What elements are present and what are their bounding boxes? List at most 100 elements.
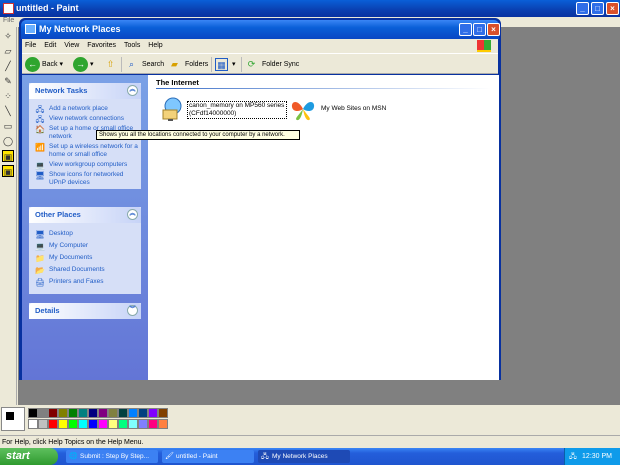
menu-edit[interactable]: Edit: [44, 42, 56, 49]
msn-websites-label[interactable]: My Web Sites on MSN: [321, 105, 386, 112]
line-icon[interactable]: ╲: [2, 105, 14, 117]
folder-sync-button[interactable]: ⟳ Folder Sync: [245, 56, 300, 73]
fill-option-2-icon[interactable]: ▣: [2, 165, 14, 177]
printer-icon: 🖨: [35, 278, 46, 287]
menu-view[interactable]: View: [64, 42, 79, 49]
add-network-place-link[interactable]: 🖧 Add a network place: [29, 105, 141, 114]
network-tasks-header[interactable]: Network Tasks ︽: [29, 83, 141, 99]
up-folder-icon: ⇧: [106, 58, 115, 69]
fill-option-1-icon[interactable]: ▣: [2, 150, 14, 162]
palette-swatch[interactable]: [68, 408, 78, 418]
search-button[interactable]: ⌕ Search: [125, 56, 164, 73]
palette-swatch[interactable]: [128, 419, 138, 429]
palette-swatch[interactable]: [158, 408, 168, 418]
paint-close-button[interactable]: ×: [606, 2, 619, 15]
up-folder-button[interactable]: ⇧: [104, 56, 119, 73]
folders-button[interactable]: ▰ Folders: [168, 56, 208, 73]
palette-swatch[interactable]: [88, 408, 98, 418]
setup-wireless-network-link[interactable]: 📶 Set up a wireless network for a home or…: [29, 143, 141, 159]
wireless-network-icon: 📶: [35, 143, 45, 152]
add-network-place-icon: 🖧: [35, 105, 45, 114]
show-upnp-icons-link[interactable]: 🖥 Show icons for networked UPnP devices: [29, 171, 141, 187]
explorer-minimize-button[interactable]: _: [459, 23, 472, 36]
color-picker-icon[interactable]: ╱: [2, 60, 14, 72]
palette-swatch[interactable]: [148, 408, 158, 418]
views-button[interactable]: ▦ ▾: [215, 56, 235, 73]
other-places-header[interactable]: Other Places ︽: [29, 207, 141, 223]
desktop-link[interactable]: 🖥 Desktop: [29, 230, 141, 239]
explorer-maximize-button[interactable]: □: [473, 23, 486, 36]
explorer-menubar: File Edit View Favorites Tools Help: [22, 39, 498, 53]
palette-swatch[interactable]: [58, 408, 68, 418]
menu-help[interactable]: Help: [148, 42, 162, 49]
paint-maximize-button[interactable]: □: [591, 2, 604, 15]
printers-faxes-link[interactable]: 🖨 Printers and Faxes: [29, 278, 141, 287]
details-header[interactable]: Details ︾: [29, 303, 141, 319]
group-header: The Internet: [156, 78, 199, 87]
foreground-color: [5, 411, 15, 421]
folder-sync-icon: ⟳: [247, 58, 256, 69]
back-button[interactable]: ← Back ▾: [25, 56, 63, 73]
star-select-icon[interactable]: ✧: [2, 30, 14, 42]
palette-swatch[interactable]: [68, 419, 78, 429]
taskbar-item-network-places[interactable]: 🖧 My Network Places: [258, 450, 350, 463]
start-button[interactable]: start: [0, 448, 58, 465]
palette-swatch[interactable]: [88, 419, 98, 429]
clock[interactable]: 12:30 PM: [582, 448, 612, 465]
pencil-icon[interactable]: ✎: [2, 75, 14, 87]
view-network-connections-link[interactable]: 🖧 View network connections: [29, 115, 141, 124]
network-tray-icon[interactable]: 🖧: [569, 452, 578, 461]
palette-swatch[interactable]: [48, 408, 58, 418]
palette-swatch[interactable]: [138, 408, 148, 418]
palette-swatch[interactable]: [78, 419, 88, 429]
menu-favorites[interactable]: Favorites: [87, 42, 116, 49]
palette-swatch[interactable]: [118, 408, 128, 418]
menu-file[interactable]: File: [25, 42, 36, 49]
paint-status-bar: For Help, click Help Topics on the Help …: [0, 435, 620, 448]
rectangle-icon[interactable]: ▭: [2, 120, 14, 132]
collapse-chevron-icon[interactable]: ︽: [127, 209, 138, 220]
palette-swatch[interactable]: [48, 419, 58, 429]
paint-minimize-button[interactable]: _: [576, 2, 589, 15]
airbrush-icon[interactable]: ⁘: [2, 90, 14, 102]
forward-button[interactable]: → ▾: [73, 56, 93, 73]
msn-butterfly-icon[interactable]: [290, 97, 316, 121]
eraser-icon[interactable]: ▱: [2, 45, 14, 57]
taskbar-item-submit[interactable]: 🌐 Submit : Step By Step...: [66, 450, 158, 463]
palette-swatch[interactable]: [98, 408, 108, 418]
palette-swatch[interactable]: [58, 419, 68, 429]
taskbar-item-paint[interactable]: 🖌 untitled - Paint: [162, 450, 254, 463]
palette-swatch[interactable]: [148, 419, 158, 429]
menu-tools[interactable]: Tools: [124, 42, 140, 49]
network-share-label[interactable]: canon_memory on MP560 series (CFdf140000…: [187, 101, 287, 119]
palette-swatch[interactable]: [28, 408, 38, 418]
collapse-chevron-icon[interactable]: ︽: [127, 85, 138, 96]
palette-swatch[interactable]: [78, 408, 88, 418]
my-documents-link[interactable]: 📁 My Documents: [29, 254, 141, 263]
palette-swatch[interactable]: [118, 419, 128, 429]
ellipse-icon[interactable]: ◯: [2, 135, 14, 147]
paint-menu-file[interactable]: File: [3, 17, 14, 24]
palette-swatch[interactable]: [38, 419, 48, 429]
shared-documents-link[interactable]: 📂 Shared Documents: [29, 266, 141, 275]
palette-swatch[interactable]: [38, 408, 48, 418]
view-workgroup-computers-link[interactable]: 💻 View workgroup computers: [29, 161, 141, 170]
palette-swatch[interactable]: [28, 419, 38, 429]
network-share-icon[interactable]: [162, 97, 182, 121]
network-places-icon: [25, 24, 36, 34]
back-arrow-icon: ←: [25, 56, 40, 72]
palette-swatch[interactable]: [158, 419, 168, 429]
palette-swatch[interactable]: [98, 419, 108, 429]
content-area: The Internet canon_memory on MP560 serie…: [148, 75, 499, 380]
network-places-icon: 🖧: [261, 453, 269, 460]
palette-swatch[interactable]: [138, 419, 148, 429]
paint-icon: 🖌: [165, 453, 174, 460]
my-computer-link[interactable]: 💻 My Computer: [29, 242, 141, 251]
explorer-close-button[interactable]: ×: [487, 23, 500, 36]
palette-swatch[interactable]: [128, 408, 138, 418]
current-colors: [1, 407, 25, 431]
other-places-panel: Other Places ︽ 🖥 Desktop 💻 My Computer 📁 My…: [29, 207, 141, 294]
palette-swatch[interactable]: [108, 408, 118, 418]
palette-swatch[interactable]: [108, 419, 118, 429]
expand-chevron-icon[interactable]: ︾: [127, 305, 138, 316]
